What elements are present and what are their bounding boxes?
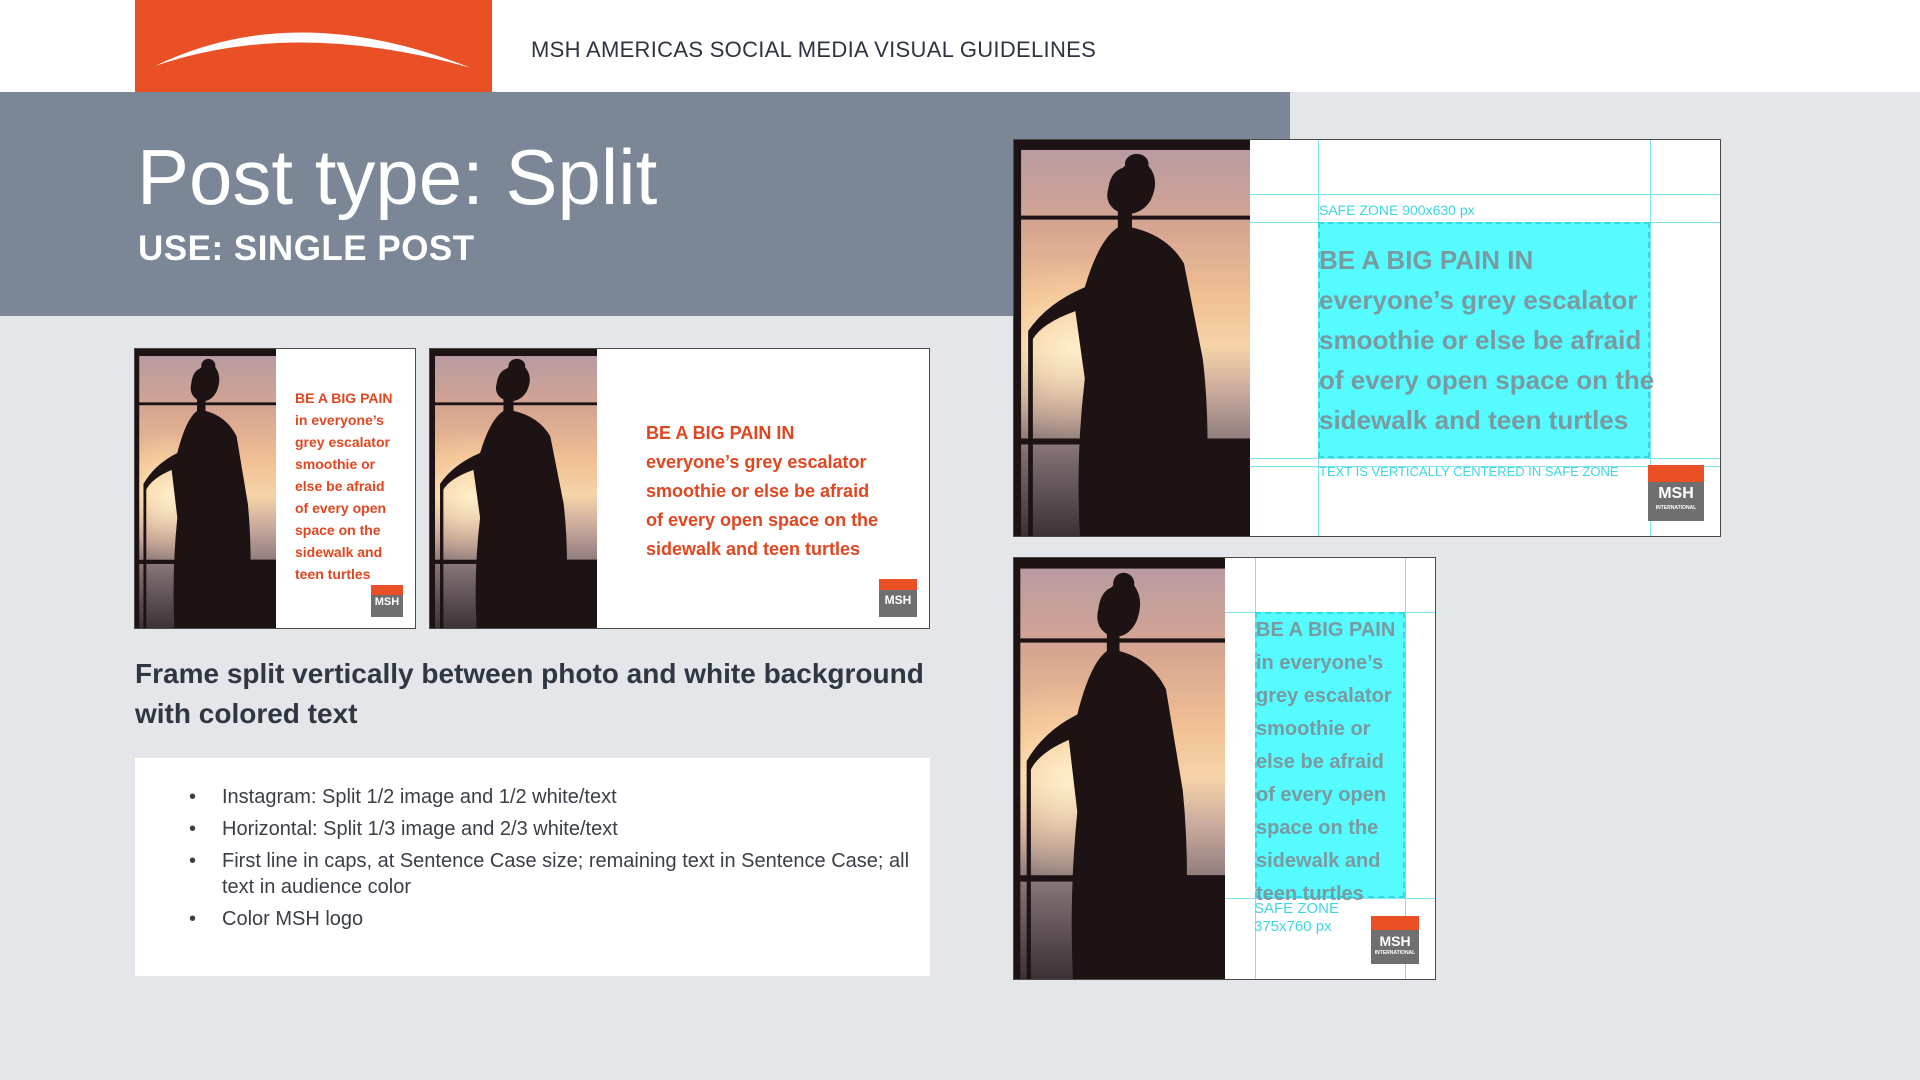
brand-logo[interactable]: [135, 0, 492, 92]
traveler-silhouette-icon: [430, 349, 597, 628]
post-description: Frame split vertically between photo and…: [135, 658, 924, 729]
guideline-item: Instagram: Split 1/2 image and 1/2 white…: [189, 784, 922, 810]
horizontal-safe-zone-mockup: SAFE ZONE 900x630 px BE A BIG PAIN IN ev…: [1013, 139, 1721, 537]
msh-arc-logo-icon: [155, 32, 471, 68]
guideline-item: First line in caps, at Sentence Case siz…: [189, 848, 922, 900]
example-square-text: BE A BIG PAIN in everyone’s grey escalat…: [295, 390, 393, 582]
traveler-silhouette-icon: [1014, 558, 1225, 979]
safe-zone-label: SAFE ZONE 900x630 px: [1319, 202, 1475, 218]
vertical-safe-zone-mockup: BE A BIG PAIN in everyone’s grey escalat…: [1013, 557, 1436, 980]
vertical-center-note: TEXT IS VERTICALLY CENTERED IN SAFE ZONE: [1319, 464, 1619, 479]
example-horizontal-text: BE A BIG PAIN IN everyone’s grey escalat…: [646, 423, 879, 559]
safe-zone-sample-text: BE A BIG PAIN IN everyone’s grey escalat…: [1319, 245, 1655, 435]
guideline-item: Horizontal: Split 1/3 image and 2/3 whit…: [189, 816, 922, 842]
guideline-item: Color MSH logo: [189, 906, 922, 932]
horizontal-guide-photo: [1014, 140, 1250, 536]
traveler-silhouette-icon: [135, 349, 276, 628]
guideline-box: Instagram: Split 1/2 image and 1/2 white…: [135, 758, 930, 976]
page-subtitle: USE: SINGLE POST: [138, 229, 475, 268]
example-square-post: BE A BIG PAIN in everyone’s grey escalat…: [134, 348, 416, 629]
vertical-guide-photo: [1014, 558, 1225, 979]
traveler-silhouette-icon: [1014, 140, 1250, 536]
example-horizontal-post: BE A BIG PAIN IN everyone’s grey escalat…: [429, 348, 930, 629]
example-horizontal-photo: [430, 349, 597, 628]
safe-zone-label: SAFE ZONE 375x760 px: [1254, 900, 1340, 935]
guideline-list: Instagram: Split 1/2 image and 1/2 white…: [135, 784, 922, 938]
msh-logo-guide: MSH INTERNATIONAL: [1648, 465, 1704, 521]
safe-zone-sample-text: BE A BIG PAIN in everyone’s grey escalat…: [1256, 619, 1396, 905]
example-square-photo: [135, 349, 276, 628]
page-title: Post type: Split: [137, 133, 658, 221]
msh-logo-guide: MSH INTERNATIONAL: [1371, 916, 1419, 964]
msh-logo-small: MSH: [371, 585, 403, 617]
msh-logo-small: MSH: [879, 579, 917, 617]
document-title: MSH AMERICAS SOCIAL MEDIA VISUAL GUIDELI…: [531, 37, 1097, 62]
